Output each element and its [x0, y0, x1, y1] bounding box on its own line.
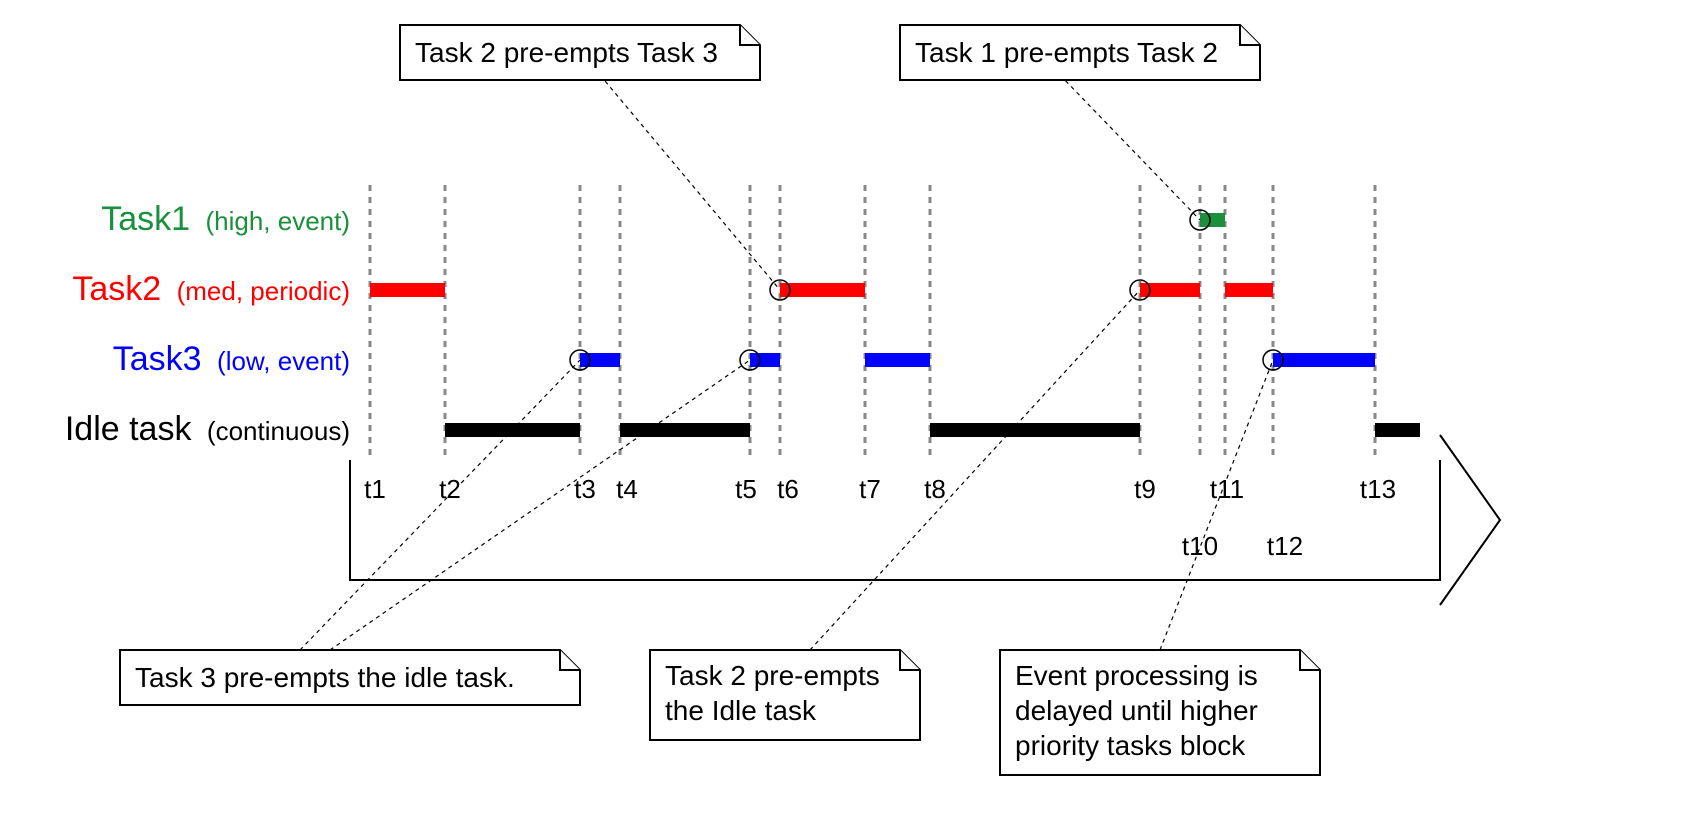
bars-task2	[370, 283, 1273, 297]
callout-leaders	[300, 75, 1283, 650]
callout-note-5: Event processing is delayed until higher…	[1000, 650, 1320, 775]
svg-text:t5: t5	[735, 474, 757, 504]
time-axis	[350, 435, 1500, 605]
svg-text:Task 3 pre-empts the idle task: Task 3 pre-empts the idle task.	[135, 662, 515, 693]
callout-note-4: Task 2 pre-empts the Idle task	[650, 650, 920, 740]
svg-text:t6: t6	[777, 474, 799, 504]
svg-text:priority tasks block: priority tasks block	[1015, 730, 1246, 761]
svg-text:t8: t8	[924, 474, 946, 504]
svg-text:Task 1 pre-empts Task 2: Task 1 pre-empts Task 2	[915, 37, 1218, 68]
svg-text:t13: t13	[1360, 474, 1396, 504]
svg-text:Event processing is: Event processing is	[1015, 660, 1258, 691]
callout-note-3: Task 3 pre-empts the idle task.	[120, 650, 580, 705]
svg-text:delayed until higher: delayed until higher	[1015, 695, 1258, 726]
bars-task3	[580, 353, 1375, 367]
svg-text:t7: t7	[859, 474, 881, 504]
row-label-task2: Task2 (med, periodic)	[72, 270, 350, 308]
svg-text:t9: t9	[1134, 474, 1156, 504]
callout-note-1: Task 2 pre-empts Task 3	[400, 25, 760, 80]
svg-text:t10: t10	[1182, 531, 1218, 561]
svg-text:t1: t1	[364, 474, 386, 504]
row-label-idle: Idle task (continuous)	[65, 410, 350, 448]
svg-text:Task 2 pre-empts: Task 2 pre-empts	[665, 660, 880, 691]
svg-text:t4: t4	[616, 474, 638, 504]
bars-task1	[1200, 213, 1225, 227]
svg-text:the Idle task: the Idle task	[665, 695, 817, 726]
svg-text:t2: t2	[439, 474, 461, 504]
svg-text:t12: t12	[1267, 531, 1303, 561]
svg-text:t3: t3	[574, 474, 596, 504]
tick-labels: t1 t2 t3 t4 t5 t6 t7 t8 t9 t11 t13 t10 t…	[364, 474, 1396, 561]
callout-note-2: Task 1 pre-empts Task 2	[900, 25, 1260, 80]
row-label-task1: Task1 (high, event)	[101, 200, 350, 238]
row-label-task3: Task3 (low, event)	[113, 340, 350, 378]
svg-text:Task 2 pre-empts Task 3: Task 2 pre-empts Task 3	[415, 37, 718, 68]
